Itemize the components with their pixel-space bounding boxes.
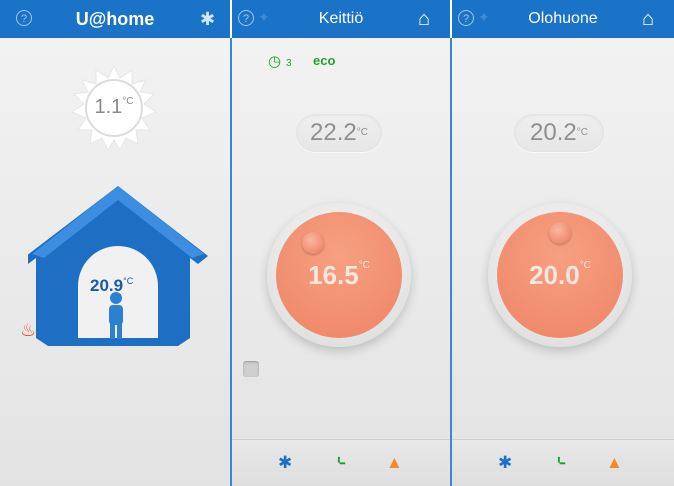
measured-temperature-unit: °C [356,127,368,138]
home-house-graphic: 20.9°C [26,186,208,346]
flame-icon: ♨ [20,320,37,340]
outdoor-temperature-sun: 1.1°C [70,64,158,152]
star-icon[interactable]: ✦ [478,9,490,26]
chart-icon[interactable]: ⌎ [332,454,346,471]
header-room-2: Olohuone ? ✦ ⌂ [452,0,674,38]
app-title: U@home [75,9,155,29]
header-room-1: Keittiö ? ✦ ⌂ [232,0,450,38]
setpoint-dial-olohuone[interactable]: 20.0°C [488,203,632,347]
setpoint-dial-face: 16.5°C [276,212,402,338]
schedule-count: 3 [286,58,292,69]
gear-icon[interactable]: ✱ [200,9,215,30]
house-icon [26,186,208,346]
home-temperature-unit: °C [123,276,134,286]
outdoor-temperature-value: 1.1 [94,96,123,118]
header-home: U@home ? ✱ [0,0,230,38]
setpoint-dial-keittio[interactable]: 16.5°C [267,203,411,347]
dial-knob[interactable] [302,232,324,254]
outdoor-temperature: 1.1°C [70,96,158,119]
measured-temperature-keittio: 22.2°C [296,114,382,152]
list-icon[interactable]: ▲ [606,454,623,471]
home-temperature: 20.9°C [90,276,160,296]
setpoint-temperature-value: 20.0 [529,260,580,290]
measured-temperature-value: 20.2 [530,119,577,146]
setpoint-temperature-unit: °C [579,260,591,271]
help-icon[interactable]: ? [238,10,254,26]
room-indicator-button[interactable] [243,361,259,377]
help-icon[interactable]: ? [458,10,474,26]
setpoint-temperature: 20.0°C [497,260,623,291]
room-toolbar-olohuone: ✱ ⌎ ▲ [452,439,674,486]
eco-mode-label: eco [313,53,336,68]
settings-gear-icon[interactable]: ✱ [278,454,292,471]
setpoint-temperature: 16.5°C [276,260,402,291]
home-icon[interactable]: ⌂ [418,8,430,31]
home-temperature-value: 20.9 [90,276,124,295]
measured-temperature-value: 22.2 [310,119,357,146]
settings-gear-icon[interactable]: ✱ [498,454,512,471]
setpoint-dial-face: 20.0°C [497,212,623,338]
home-icon[interactable]: ⌂ [642,8,654,31]
app-root: U@home ? ✱ Keittiö ? ✦ ⌂ Olohuone ? ✦ ⌂ … [0,0,674,486]
help-icon[interactable]: ? [16,10,32,26]
measured-temperature-olohuone: 20.2°C [514,114,604,152]
star-icon[interactable]: ✦ [258,9,270,26]
measured-temperature-unit: °C [576,127,588,138]
list-icon[interactable]: ▲ [386,454,403,471]
dial-knob[interactable] [549,222,571,244]
setpoint-temperature-value: 16.5 [308,260,359,290]
setpoint-temperature-unit: °C [358,260,370,271]
clock-icon: ◷ [268,53,282,70]
outdoor-temperature-unit: °C [122,96,134,107]
room-toolbar-keittio: ✱ ⌎ ▲ [232,439,450,486]
chart-icon[interactable]: ⌎ [552,454,566,471]
